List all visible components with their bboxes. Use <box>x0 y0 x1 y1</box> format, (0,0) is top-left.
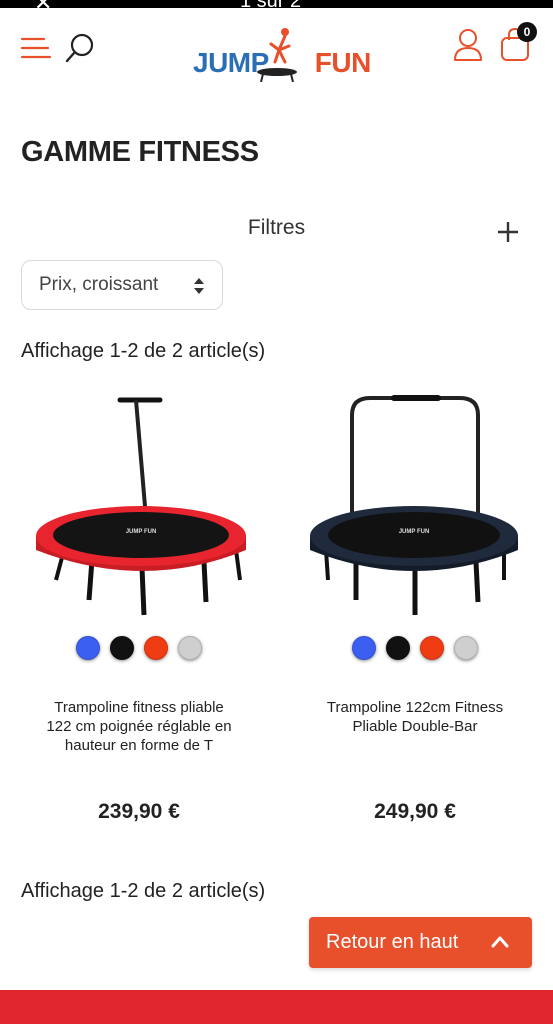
product-card: JUMP FUN Trampoline fitness pliable 122 … <box>14 390 264 840</box>
sort-select[interactable]: Prix, croissant <box>21 260 223 310</box>
back-to-top-button[interactable]: Retour en haut <box>309 917 532 968</box>
svg-text:JUMP FUN: JUMP FUN <box>126 529 157 535</box>
page-title: GAMME FITNESS <box>21 136 259 168</box>
product-card: JUMP FUN Trampoline 122cm Fitness Pliabl… <box>290 390 540 840</box>
svg-text:JUMP FUN: JUMP FUN <box>399 529 430 535</box>
site-header: JUMP FUN 0 <box>0 8 553 88</box>
product-name[interactable]: Trampoline fitness pliable 122 cm poigné… <box>44 698 234 755</box>
color-swatches <box>14 636 264 662</box>
swatch-black[interactable] <box>110 636 134 660</box>
close-icon[interactable]: ✕ <box>34 0 52 8</box>
site-logo[interactable]: JUMP FUN <box>193 22 371 82</box>
product-name[interactable]: Trampoline 122cm Fitness Pliable Double-… <box>320 698 510 736</box>
color-swatches <box>290 636 540 662</box>
footer-band <box>0 990 553 1024</box>
chevron-up-icon <box>491 936 509 948</box>
select-arrows-icon <box>194 278 204 294</box>
filters-toggle[interactable]: Filtres <box>0 210 553 250</box>
results-count-top: Affichage 1-2 de 2 article(s) <box>21 340 266 362</box>
results-count-bottom: Affichage 1-2 de 2 article(s) <box>21 880 266 902</box>
swatch-black[interactable] <box>386 636 410 660</box>
menu-icon[interactable] <box>20 36 52 60</box>
product-price: 249,90 € <box>374 800 456 823</box>
back-to-top-label: Retour en haut <box>326 931 459 953</box>
filters-label: Filtres <box>247 216 306 239</box>
logo-text-left: JUMP <box>193 47 269 78</box>
product-price: 239,90 € <box>98 800 180 823</box>
plus-icon[interactable] <box>496 220 520 244</box>
swatch-orange[interactable] <box>420 636 444 660</box>
status-strip: ✕ 1 sur 2 <box>0 0 553 8</box>
swatch-blue[interactable] <box>76 636 100 660</box>
swatch-grey[interactable] <box>178 636 202 660</box>
product-image[interactable]: JUMP FUN <box>14 390 264 625</box>
swatch-blue[interactable] <box>352 636 376 660</box>
swatch-grey[interactable] <box>454 636 478 660</box>
swatch-orange[interactable] <box>144 636 168 660</box>
search-icon[interactable] <box>64 32 96 64</box>
cart-count-badge: 0 <box>517 22 537 42</box>
sort-selected-value: Prix, croissant <box>39 274 159 295</box>
account-icon[interactable] <box>452 28 484 62</box>
product-image[interactable]: JUMP FUN <box>290 390 540 625</box>
slide-counter: 1 sur 2 <box>240 0 301 8</box>
logo-text-right: FUN <box>314 47 372 78</box>
